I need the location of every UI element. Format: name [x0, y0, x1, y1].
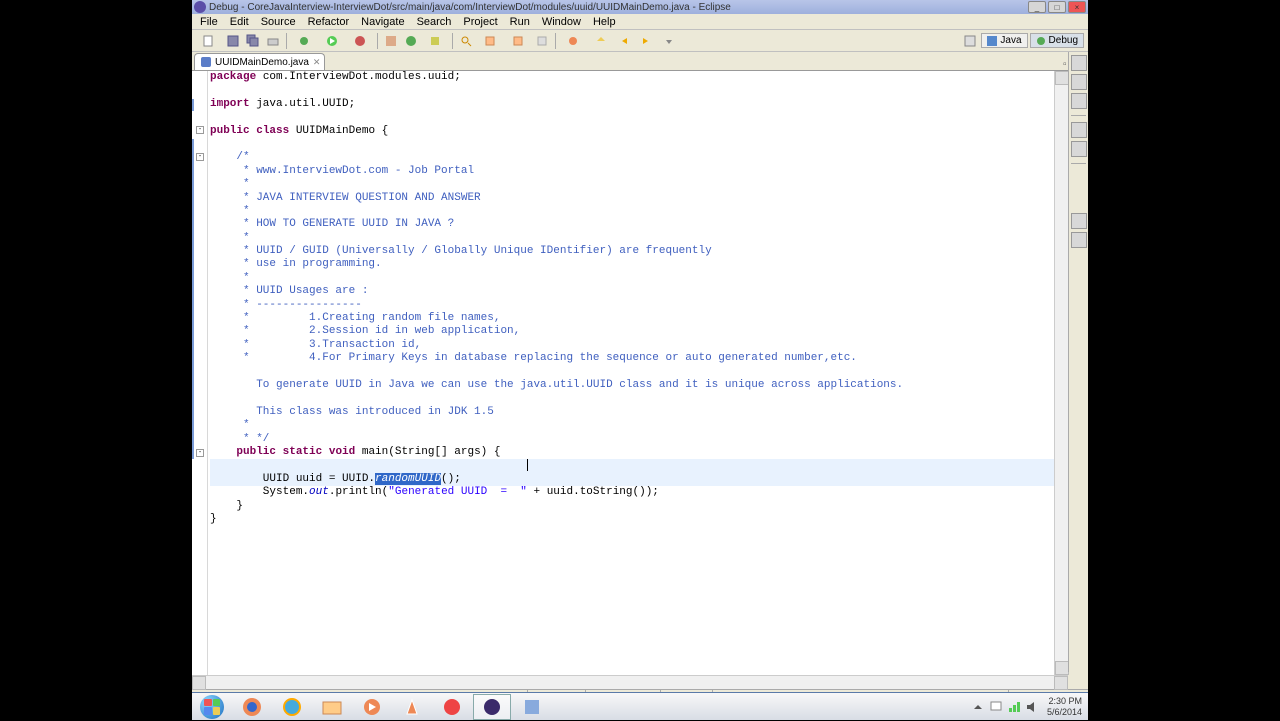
taskbar-ie[interactable]: [273, 694, 311, 720]
annotation-prev-button[interactable]: [505, 32, 531, 50]
taskbar-app2[interactable]: [513, 694, 551, 720]
servers-view-icon[interactable]: [1071, 232, 1087, 248]
menu-run[interactable]: Run: [504, 16, 536, 28]
breakpoints-view-icon[interactable]: [1071, 93, 1087, 109]
view-toolbar-right: [1068, 52, 1088, 672]
nav-dropdown-button[interactable]: [656, 32, 682, 50]
windows-taskbar: 2:30 PM 5/6/2014: [192, 692, 1088, 720]
close-button[interactable]: ×: [1068, 1, 1086, 13]
menu-help[interactable]: Help: [587, 16, 622, 28]
menu-project[interactable]: Project: [457, 16, 503, 28]
letterbox-right: [1088, 0, 1280, 720]
console-view-icon[interactable]: [1071, 141, 1087, 157]
save-all-button[interactable]: [244, 32, 262, 50]
variables-view-icon[interactable]: [1071, 74, 1087, 90]
fold-marker[interactable]: -: [196, 126, 204, 134]
fold-marker[interactable]: -: [196, 153, 204, 161]
external-tools-button[interactable]: [347, 32, 373, 50]
open-type-button[interactable]: [422, 32, 448, 50]
skip-breakpoints-button[interactable]: [560, 32, 586, 50]
debug-button[interactable]: [291, 32, 317, 50]
open-perspective-button[interactable]: [961, 32, 979, 50]
restore-icon[interactable]: ▫: [1063, 59, 1067, 70]
menu-source[interactable]: Source: [255, 16, 302, 28]
menu-refactor[interactable]: Refactor: [302, 16, 356, 28]
java-file-icon: [201, 57, 211, 67]
horizontal-scrollbar[interactable]: [192, 675, 1068, 689]
editor-area: - - - package com.InterviewDot.modules.u…: [192, 70, 1068, 675]
editor-tab[interactable]: UUIDMainDemo.java ✕: [194, 53, 325, 70]
tray-network-icon[interactable]: [1007, 700, 1021, 714]
vertical-scrollbar[interactable]: [1054, 71, 1068, 675]
menu-file[interactable]: File: [194, 16, 224, 28]
taskbar-app1[interactable]: [433, 694, 471, 720]
minimize-button[interactable]: _: [1028, 1, 1046, 13]
back-button[interactable]: [616, 32, 634, 50]
taskbar-explorer[interactable]: [313, 694, 351, 720]
letterbox-left: [0, 0, 192, 720]
taskbar-firefox[interactable]: [233, 694, 271, 720]
tab-close-icon[interactable]: ✕: [313, 57, 321, 68]
perspective-java[interactable]: Java: [981, 33, 1027, 48]
tasks-view-icon[interactable]: [1071, 122, 1087, 138]
fold-marker[interactable]: -: [196, 449, 204, 457]
scroll-up-arrow[interactable]: [1055, 71, 1069, 85]
menu-bar: File Edit Source Refactor Navigate Searc…: [192, 14, 1088, 30]
menu-navigate[interactable]: Navigate: [355, 16, 410, 28]
taskbar-eclipse[interactable]: [473, 694, 511, 720]
maximize-button[interactable]: □: [1048, 1, 1066, 13]
selected-text: randomUUID: [375, 473, 441, 485]
taskbar-vlc[interactable]: [393, 694, 431, 720]
forward-button[interactable]: [636, 32, 654, 50]
window-titlebar[interactable]: Debug - CoreJavaInterview-InterviewDot/s…: [192, 0, 1088, 14]
tray-volume-icon[interactable]: [1025, 700, 1039, 714]
tray-show-hidden-icon[interactable]: [971, 700, 985, 714]
outline-view-icon[interactable]: [1071, 55, 1087, 71]
search-button[interactable]: [457, 32, 475, 50]
menu-edit[interactable]: Edit: [224, 16, 255, 28]
print-button[interactable]: [264, 32, 282, 50]
taskbar-clock[interactable]: 2:30 PM 5/6/2014: [1043, 696, 1086, 718]
new-button[interactable]: [196, 32, 222, 50]
scroll-right-arrow[interactable]: [1054, 676, 1068, 690]
eclipse-icon: [194, 1, 206, 13]
perspective-switcher: Java Debug: [961, 32, 1084, 50]
run-button[interactable]: [319, 32, 345, 50]
editor-tab-bar: UUIDMainDemo.java ✕ ▫ ▭: [192, 52, 1088, 70]
annotation-nav-button[interactable]: [477, 32, 503, 50]
tray-flag-icon[interactable]: [989, 700, 1003, 714]
new-class-button[interactable]: [402, 32, 420, 50]
step-into-button[interactable]: [588, 32, 614, 50]
debug-view-icon[interactable]: [1071, 213, 1087, 229]
perspective-debug[interactable]: Debug: [1030, 33, 1084, 48]
save-button[interactable]: [224, 32, 242, 50]
scroll-down-arrow[interactable]: [1055, 661, 1069, 675]
eclipse-window: Debug - CoreJavaInterview-InterviewDot/s…: [192, 0, 1088, 720]
code-editor[interactable]: package com.InterviewDot.modules.uuid; i…: [208, 71, 1054, 675]
menu-window[interactable]: Window: [536, 16, 587, 28]
taskbar-wmplayer[interactable]: [353, 694, 391, 720]
last-edit-button[interactable]: [533, 32, 551, 50]
start-button[interactable]: [192, 693, 232, 721]
tab-label: UUIDMainDemo.java: [215, 57, 309, 68]
toolbar: Java Debug: [192, 30, 1088, 52]
scroll-left-arrow[interactable]: [192, 676, 206, 690]
text-cursor: [527, 459, 528, 471]
window-title: Debug - CoreJavaInterview-InterviewDot/s…: [209, 2, 1028, 13]
editor-gutter[interactable]: - - -: [192, 71, 208, 675]
new-package-button[interactable]: [382, 32, 400, 50]
system-tray[interactable]: 2:30 PM 5/6/2014: [971, 693, 1088, 720]
menu-search[interactable]: Search: [411, 16, 458, 28]
